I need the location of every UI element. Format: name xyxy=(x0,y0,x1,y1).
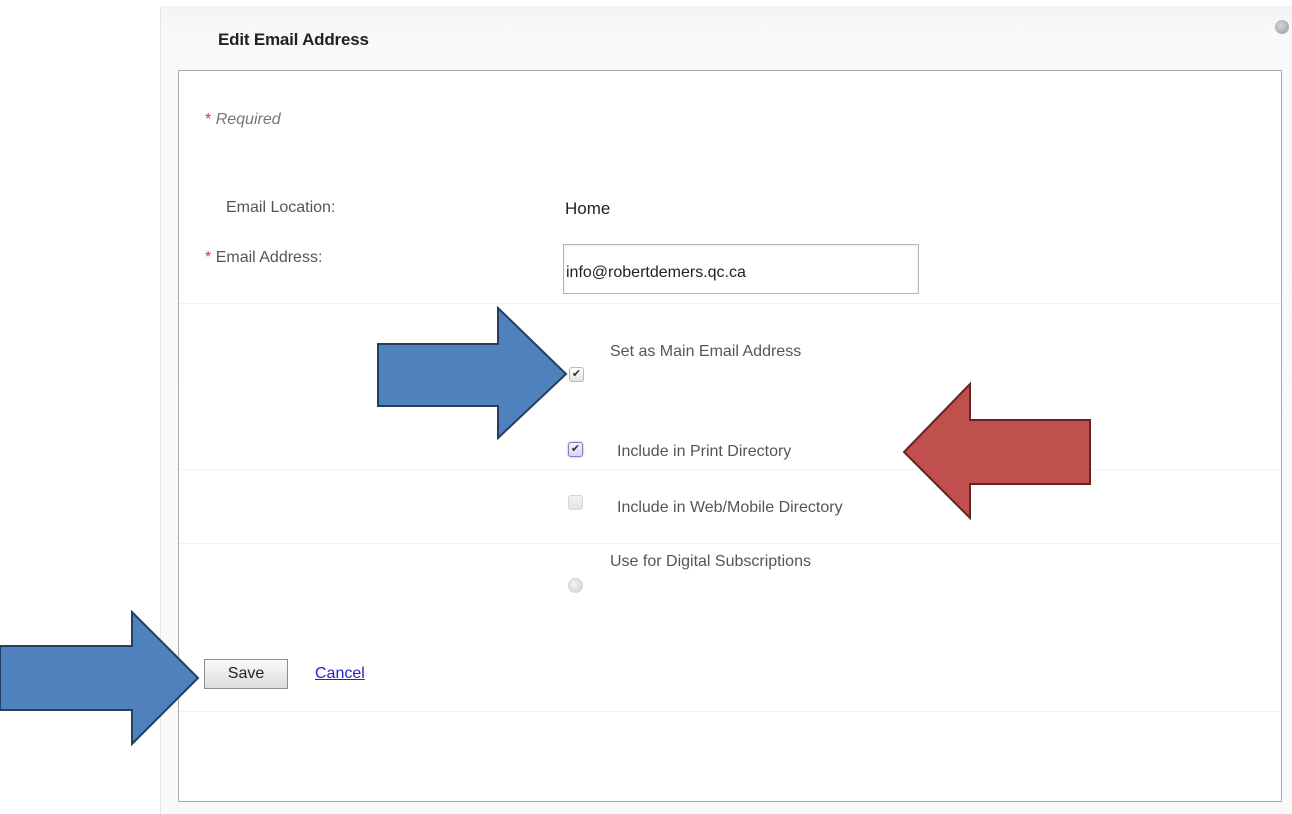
red-arrow-print-directory-icon xyxy=(902,381,1091,521)
email-location-value: Home xyxy=(565,199,611,218)
email-address-label-row: * Email Address: xyxy=(205,249,322,267)
row-divider xyxy=(179,469,1281,470)
use-digital-subscriptions-label: Use for Digital Subscriptions xyxy=(610,553,811,570)
include-print-directory-checkbox[interactable]: ✔ xyxy=(568,442,583,457)
dialog-body: * Required Email Location: Home * Email … xyxy=(178,70,1282,802)
email-location-label: Email Location: xyxy=(226,199,336,216)
required-star-icon: * xyxy=(205,249,212,266)
row-divider xyxy=(179,303,1281,304)
blue-arrow-main-email-icon xyxy=(377,305,568,441)
dialog-title: Edit Email Address xyxy=(218,30,369,49)
row-divider xyxy=(179,543,1281,544)
row-divider xyxy=(179,711,1281,712)
blue-arrow-save-button-icon xyxy=(0,609,200,747)
required-note: * Required xyxy=(205,111,281,129)
include-print-directory-label: Include in Print Directory xyxy=(617,443,792,460)
include-web-mobile-directory-label: Include in Web/Mobile Directory xyxy=(617,499,843,516)
include-web-mobile-directory-checkbox[interactable] xyxy=(568,495,583,510)
save-button[interactable]: Save xyxy=(204,659,288,689)
required-star-icon: * xyxy=(205,111,212,128)
set-main-email-label: Set as Main Email Address xyxy=(610,343,802,360)
screenshot-stage: Edit Email Address * Required Email Loca… xyxy=(0,0,1292,814)
cancel-link[interactable]: Cancel xyxy=(315,665,365,683)
email-address-label: Email Address: xyxy=(215,249,323,266)
window-corner-icon xyxy=(1275,20,1289,34)
email-address-input[interactable] xyxy=(563,244,919,294)
required-note-text: Required xyxy=(215,111,281,128)
use-digital-subscriptions-radio[interactable] xyxy=(568,578,583,593)
